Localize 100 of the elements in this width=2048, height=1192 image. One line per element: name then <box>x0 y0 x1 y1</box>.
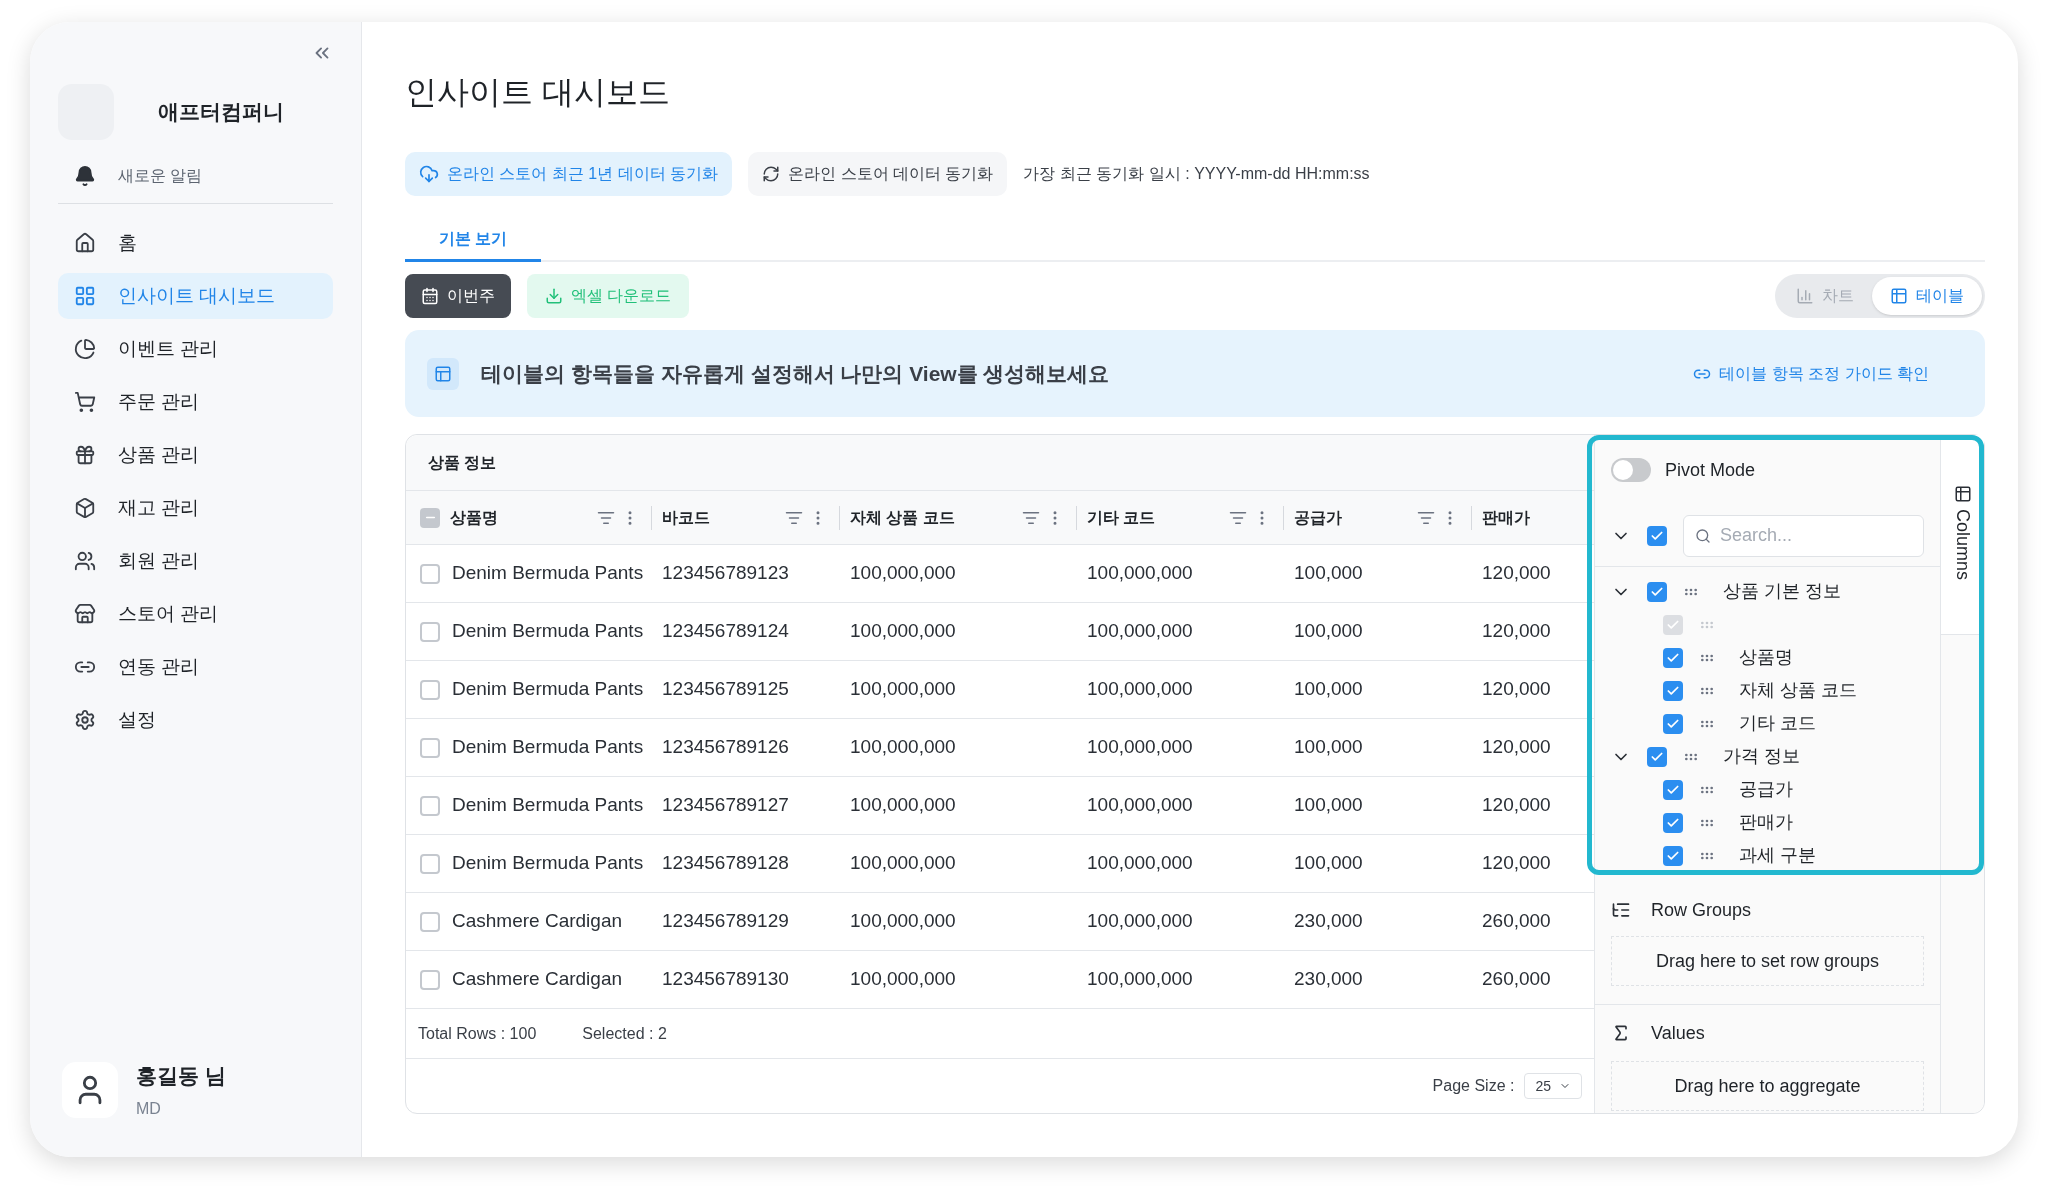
table-cell-text: 123456789129 <box>662 909 789 934</box>
sidebar-item[interactable]: 상품 관리 <box>58 432 333 478</box>
checkbox[interactable] <box>420 679 440 700</box>
checkbox[interactable] <box>1663 680 1683 701</box>
checkbox[interactable] <box>1663 779 1683 800</box>
column-item[interactable]: 자체 상품 코드 <box>1595 674 1940 707</box>
table-row[interactable]: Cashmere Cardigan 123456789130 100,000,000 100,000,000 230,000 260,000 <box>406 951 1594 1009</box>
table-cell-text: 230,000 <box>1294 909 1363 934</box>
total-rows: Total Rows : 100 <box>418 1021 537 1046</box>
column-header[interactable]: 판매가 <box>1471 491 1593 544</box>
grid-icon <box>74 285 96 307</box>
table-cell-text: 100,000 <box>1294 677 1363 702</box>
company-name: 애프터컴퍼니 <box>158 99 284 126</box>
sidebar-item[interactable]: 회원 관리 <box>58 538 333 584</box>
table-cell-text: 100,000 <box>1294 793 1363 818</box>
table-row[interactable]: Denim Bermuda Pants 123456789125 100,000,000 100,000,000 100,000 120,000 <box>406 661 1594 719</box>
column-item[interactable]: 과세 구분 <box>1595 839 1940 872</box>
search-field[interactable]: Search... <box>1683 514 1924 557</box>
sidebar-item[interactable]: 이벤트 관리 <box>58 326 333 372</box>
checkbox[interactable] <box>420 853 440 874</box>
table-cell-text: 100,000,000 <box>850 677 956 702</box>
table-cell-text: 120,000 <box>1482 851 1551 876</box>
column-group-item[interactable]: 상품 기본 정보 <box>1595 575 1940 608</box>
bar-chart-icon <box>1796 287 1814 305</box>
bell-icon[interactable] <box>74 164 96 187</box>
checkbox[interactable] <box>1647 525 1667 546</box>
checkbox[interactable] <box>420 621 440 642</box>
cart-icon <box>74 391 96 413</box>
store-icon <box>74 603 96 625</box>
checkbox[interactable] <box>1663 845 1683 866</box>
table-cell-text: 123456789123 <box>662 561 789 586</box>
box-icon <box>74 497 96 519</box>
checkbox[interactable] <box>420 737 440 758</box>
column-header[interactable]: 바코드 <box>651 491 839 544</box>
checkbox[interactable] <box>1663 713 1683 734</box>
sidebar-item[interactable]: 주문 관리 <box>58 379 333 425</box>
table-row[interactable]: Denim Bermuda Pants 123456789126 100,000,000 100,000,000 100,000 120,000 <box>406 719 1594 777</box>
checkbox[interactable] <box>420 969 440 990</box>
row-groups-drop-zone[interactable]: Drag here to set row groups <box>1611 936 1924 986</box>
checkbox[interactable] <box>1663 647 1683 668</box>
column-item[interactable]: 판매가 <box>1595 806 1940 839</box>
table-cell-text: 100,000,000 <box>1087 561 1193 586</box>
table-cell-text: 123456789130 <box>662 967 789 992</box>
values-drop-zone[interactable]: Drag here to aggregate <box>1611 1061 1924 1111</box>
table-cell-text: 120,000 <box>1482 677 1551 702</box>
view-tab[interactable]: 기본 보기 <box>405 218 542 262</box>
table-cell-text: 100,000 <box>1294 619 1363 644</box>
house-icon <box>74 232 96 254</box>
row-groups-icon <box>1611 900 1631 920</box>
checkbox[interactable] <box>1647 581 1667 602</box>
column-item[interactable]: 기타 코드 <box>1595 707 1940 740</box>
column-group-item[interactable]: 가격 정보 <box>1595 740 1940 773</box>
refresh-icon <box>762 165 781 183</box>
table-cell-text: Cashmere Cardigan <box>452 909 623 934</box>
sidebar-item[interactable]: 스토어 관리 <box>58 591 333 637</box>
column-title: 판매가 <box>1482 507 1530 528</box>
layout-icon <box>427 357 459 390</box>
gift-icon <box>74 444 96 466</box>
table-row[interactable]: Cashmere Cardigan 123456789129 100,000,000 100,000,000 230,000 260,000 <box>406 893 1594 951</box>
sync-button[interactable]: 온라인 스토어 데이터 동기화 <box>748 152 1008 196</box>
notification-label[interactable]: 새로운 알림 <box>118 163 203 188</box>
pie-chart-icon <box>74 338 96 360</box>
pivot-toggle[interactable] <box>1611 458 1651 482</box>
table-cell-text: Denim Bermuda Pants <box>452 851 644 876</box>
table-row[interactable]: Denim Bermuda Pants 123456789127 100,000,000 100,000,000 100,000 120,000 <box>406 777 1594 835</box>
checkbox[interactable] <box>1663 812 1683 833</box>
checkbox[interactable] <box>1647 746 1667 767</box>
table-cell-text: 123456789124 <box>662 619 789 644</box>
sidebar-item[interactable]: 연동 관리 <box>58 644 333 690</box>
column-header[interactable]: 상품명 <box>406 491 651 544</box>
checkbox[interactable] <box>420 507 440 528</box>
group-header: 상품 정보 <box>406 435 1594 491</box>
column-header[interactable]: 기타 코드 <box>1076 491 1283 544</box>
table-row[interactable]: Denim Bermuda Pants 123456789128 100,000,000 100,000,000 100,000 120,000 <box>406 835 1594 893</box>
table-cell-text: 100,000,000 <box>1087 909 1193 934</box>
sidebar-item[interactable]: 재고 관리 <box>58 485 333 531</box>
table-cell-text: 100,000,000 <box>1087 967 1193 992</box>
page-size-select[interactable]: 25 <box>1524 1073 1582 1099</box>
table-cell-text: 100,000,000 <box>1087 677 1193 702</box>
view-toggle-option[interactable]: 테이블 <box>1872 277 1982 315</box>
column-title: 자체 상품 코드 <box>850 507 955 528</box>
sidebar-item[interactable]: 홈 <box>58 220 333 266</box>
period-button[interactable]: 이번주 <box>405 274 511 318</box>
pivot-label: Pivot Mode <box>1665 458 1756 482</box>
table-row[interactable]: Denim Bermuda Pants 123456789124 100,000,000 100,000,000 100,000 120,000 <box>406 603 1594 661</box>
column-item[interactable]: 상품명 <box>1595 641 1940 674</box>
table-row[interactable]: Denim Bermuda Pants 123456789123 100,000,000 100,000,000 100,000 120,000 <box>406 545 1594 603</box>
table-cell-text: 100,000,000 <box>850 967 956 992</box>
column-title: 바코드 <box>662 507 710 528</box>
checkbox[interactable] <box>420 911 440 932</box>
table-cell-text: Cashmere Cardigan <box>452 967 623 992</box>
sidebar-item[interactable]: 설정 <box>58 697 333 743</box>
table-cell-text: 123456789125 <box>662 677 789 702</box>
table-cell-text: 230,000 <box>1294 967 1363 992</box>
checkbox[interactable] <box>420 563 440 584</box>
column-header[interactable]: 자체 상품 코드 <box>839 491 1076 544</box>
column-item[interactable]: 공급가 <box>1595 773 1940 806</box>
column-title: 기타 코드 <box>1087 507 1156 528</box>
checkbox[interactable] <box>420 795 440 816</box>
column-header[interactable]: 공급가 <box>1283 491 1471 544</box>
